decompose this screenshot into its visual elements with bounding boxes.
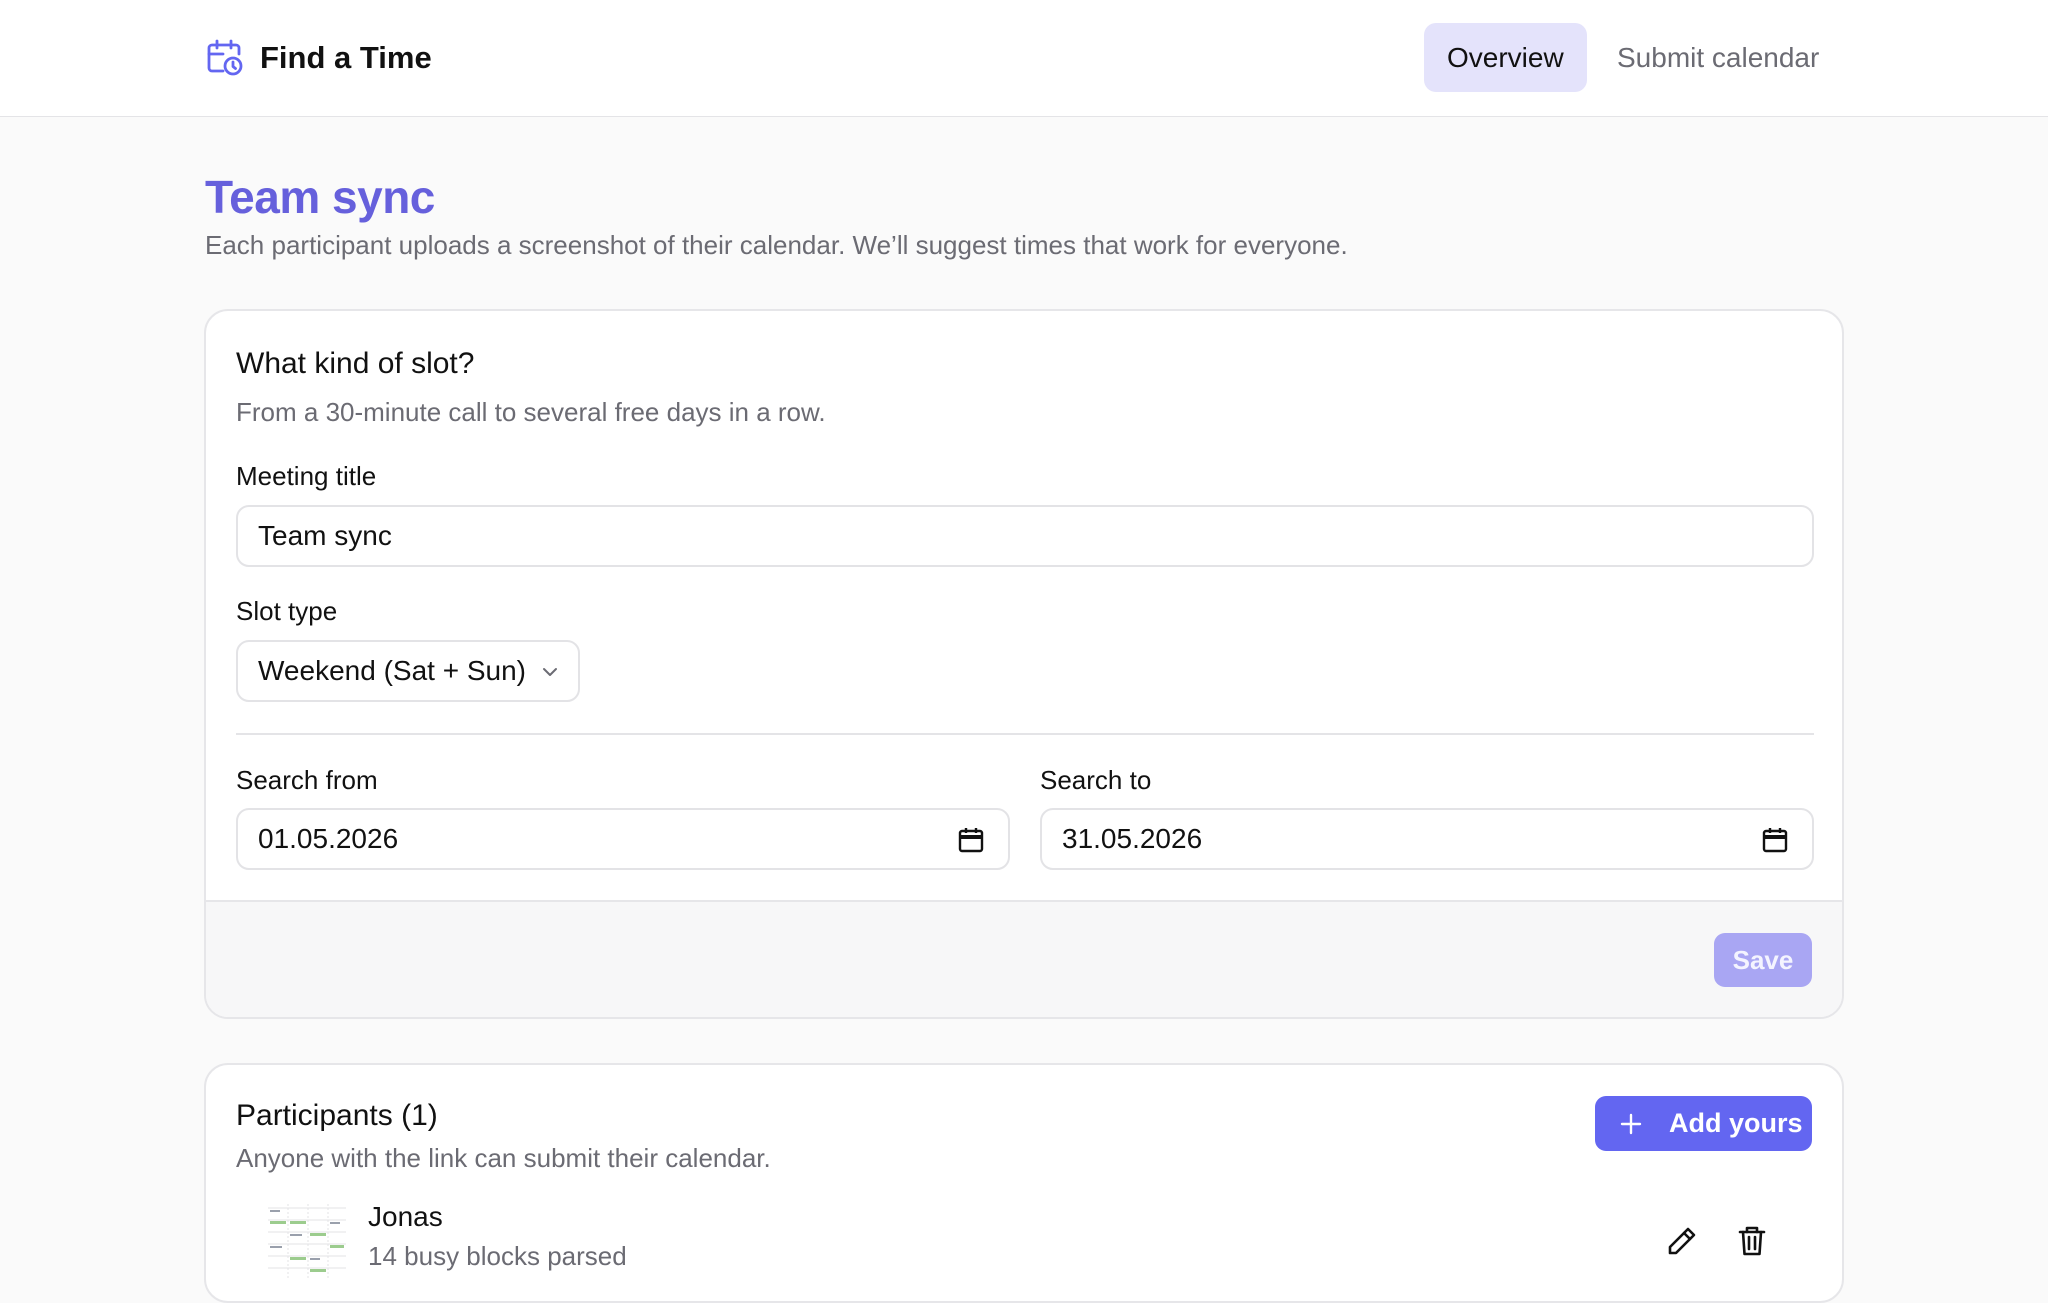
search-to-value: 31.05.2026 (1062, 823, 1203, 854)
search-from-value: 01.05.2026 (258, 823, 399, 854)
trash-icon[interactable] (1734, 1223, 1770, 1259)
meeting-title-value: Team sync (258, 520, 392, 551)
participant-status: 14 busy blocks parsed (368, 1241, 627, 1271)
save-button[interactable]: Save (1714, 933, 1812, 987)
search-to-label: Search to (1040, 765, 1152, 795)
slot-type-select[interactable]: Weekend (Sat + Sun) (236, 640, 580, 702)
search-to-date-input[interactable]: 31.05.2026 (1040, 808, 1814, 870)
slot-settings-card: What kind of slot? From a 30-minute call… (204, 309, 1844, 1019)
participants-description: Anyone with the link can submit their ca… (236, 1143, 771, 1173)
page-title: Team sync (205, 171, 435, 223)
calendar-clock-icon (207, 39, 243, 76)
page-subtitle: Each participant uploads a screenshot of… (205, 230, 1348, 260)
slot-card-description: From a 30-minute call to several free da… (236, 397, 826, 427)
brand[interactable]: Find a Time (205, 38, 432, 78)
top-navigation-bar: Find a Time Overview Submit calendar (0, 0, 2048, 117)
participant-name: Jonas (368, 1201, 443, 1232)
add-yours-label: Add yours (1669, 1108, 1803, 1138)
app-title: Find a Time (260, 40, 432, 75)
participants-card: Participants (1) Anyone with the link ca… (204, 1063, 1844, 1303)
plus-icon (1620, 1113, 1642, 1134)
tab-submit-calendar[interactable]: Submit calendar (1594, 23, 1842, 92)
participants-heading: Participants (1) (236, 1099, 438, 1132)
add-yours-button[interactable]: Add yours (1595, 1096, 1812, 1151)
meeting-title-label: Meeting title (236, 461, 377, 491)
search-from-date-input[interactable]: 01.05.2026 (236, 808, 1010, 870)
slot-type-label: Slot type (236, 596, 338, 626)
tab-overview[interactable]: Overview (1424, 23, 1587, 92)
calendar-screenshot-thumbnail[interactable] (264, 1200, 350, 1280)
search-from-label: Search from (236, 765, 378, 795)
calendar-icon[interactable] (1762, 826, 1788, 854)
pencil-icon[interactable] (1664, 1223, 1700, 1259)
slot-type-value: Weekend (Sat + Sun) (258, 655, 526, 686)
meeting-title-input[interactable]: Team sync (236, 505, 1814, 567)
calendar-icon[interactable] (958, 826, 984, 854)
chevron-down-icon (543, 668, 557, 676)
slot-card-heading: What kind of slot? (236, 347, 475, 380)
divider (236, 733, 1814, 735)
slot-card-footer: Save (206, 900, 1842, 1017)
